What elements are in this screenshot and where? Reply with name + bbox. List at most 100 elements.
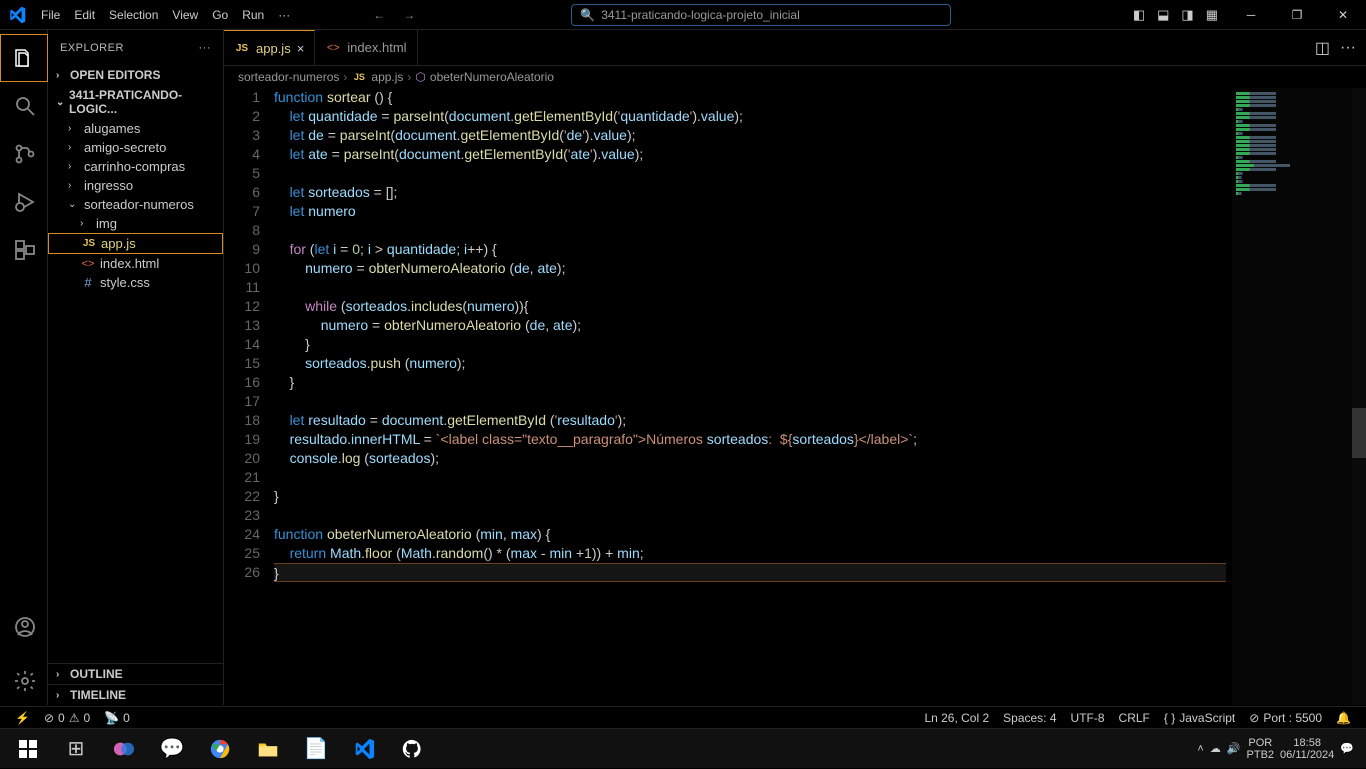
more-actions-icon[interactable]: ··· <box>1340 39 1356 57</box>
activity-extensions-icon[interactable] <box>0 226 48 274</box>
activity-accounts-icon[interactable] <box>0 603 48 651</box>
cursor-position[interactable]: Ln 26, Col 2 <box>917 711 996 725</box>
js-icon: JS <box>81 238 97 249</box>
scrollbar-thumb[interactable] <box>1352 408 1366 458</box>
nav-arrows: ← → <box>367 8 421 22</box>
vscode-taskbar-icon[interactable] <box>340 729 388 769</box>
activity-settings-icon[interactable] <box>0 657 48 705</box>
nav-forward-icon[interactable]: → <box>397 8 421 22</box>
code-editor[interactable]: 1234567891011121314151617181920212223242… <box>224 88 1366 705</box>
line-numbers: 1234567891011121314151617181920212223242… <box>224 88 274 705</box>
chevron-right-icon: › <box>68 142 80 153</box>
vertical-scrollbar[interactable] <box>1352 88 1366 705</box>
layout-sidebar-right-icon[interactable]: ◨ <box>1177 4 1197 26</box>
menu-selection[interactable]: Selection <box>102 8 165 22</box>
folder-amigo-secreto[interactable]: ›amigo-secreto <box>48 138 223 157</box>
close-icon[interactable]: ✕ <box>1320 0 1366 30</box>
notifications-icon[interactable]: 🔔 <box>1329 711 1358 725</box>
nav-back-icon[interactable]: ← <box>367 8 391 22</box>
file-index-html[interactable]: <>index.html <box>48 254 223 273</box>
menu-view[interactable]: View <box>165 8 205 22</box>
tab-index-html[interactable]: <> index.html <box>315 30 417 65</box>
menu-file[interactable]: File <box>34 8 67 22</box>
activity-bar <box>0 30 48 705</box>
notepad-icon[interactable]: 📄 <box>292 729 340 769</box>
task-view-icon[interactable]: ⊞ <box>52 729 100 769</box>
window-controls: ─ ❐ ✕ <box>1228 0 1366 30</box>
maximize-icon[interactable]: ❐ <box>1274 0 1320 30</box>
file-app-js[interactable]: JSapp.js <box>48 233 223 254</box>
chevron-right-icon: › <box>68 161 80 172</box>
project-folder[interactable]: ⌄ 3411-PRATICANDO-LOGIC... <box>48 85 223 119</box>
breadcrumb-file[interactable]: app.js <box>371 70 403 84</box>
tray-chevron-icon[interactable]: ˄ <box>1197 743 1203 755</box>
folder-img[interactable]: ›img <box>48 214 223 233</box>
js-icon: JS <box>234 43 250 54</box>
timeline-section[interactable]: ›TIMELINE <box>48 684 223 705</box>
status-errors[interactable]: ⊘0⚠0 <box>37 711 97 725</box>
start-menu-icon[interactable] <box>4 729 52 769</box>
file-style-css[interactable]: #style.css <box>48 273 223 292</box>
copilot-icon[interactable] <box>100 729 148 769</box>
tray-notifications-icon[interactable]: 💬 <box>1340 742 1354 755</box>
activity-explorer-icon[interactable] <box>0 34 48 82</box>
tray-onedrive-icon[interactable]: ☁ <box>1210 742 1221 755</box>
layout-panel-icon[interactable]: ⬓ <box>1153 4 1173 26</box>
menu-go[interactable]: Go <box>205 8 235 22</box>
code-content[interactable]: function sortear () { let quantidade = p… <box>274 88 1366 705</box>
editor-tabs: JS app.js × <> index.html ◫ ··· <box>224 30 1366 66</box>
explorer-more-icon[interactable]: ··· <box>199 42 212 54</box>
indentation[interactable]: Spaces: 4 <box>996 711 1063 725</box>
folder-ingresso[interactable]: ›ingresso <box>48 176 223 195</box>
layout-customize-icon[interactable]: ▦ <box>1202 4 1222 26</box>
split-editor-icon[interactable]: ◫ <box>1315 38 1330 58</box>
outline-section[interactable]: ›OUTLINE <box>48 663 223 684</box>
explorer-title: EXPLORER <box>60 42 124 54</box>
whatsapp-icon[interactable]: 💬 <box>148 729 196 769</box>
chevron-right-icon: › <box>56 690 70 701</box>
folder-sorteador-numeros[interactable]: ⌄sorteador-numeros <box>48 195 223 214</box>
chevron-down-icon: ⌄ <box>68 199 80 210</box>
minimize-icon[interactable]: ─ <box>1228 0 1274 30</box>
breadcrumb-symbol[interactable]: obeterNumeroAleatorio <box>430 70 554 84</box>
warning-icon: ⚠ <box>69 711 80 725</box>
menu-edit[interactable]: Edit <box>67 8 102 22</box>
activity-source-control-icon[interactable] <box>0 130 48 178</box>
status-radio[interactable]: 📡0 <box>97 711 137 725</box>
command-center-search[interactable]: 🔍 3411-praticando-logica-projeto_inicial <box>571 4 951 26</box>
folder-alugames[interactable]: ›alugames <box>48 119 223 138</box>
html-icon: <> <box>325 42 341 54</box>
breadcrumb[interactable]: sorteador-numeros › JS app.js › ⬡ obeter… <box>224 66 1366 88</box>
status-bar: ⚡ ⊘0⚠0 📡0 Ln 26, Col 2 Spaces: 4 UTF-8 C… <box>0 706 1366 728</box>
minimap[interactable] <box>1232 88 1352 705</box>
chevron-right-icon: › <box>68 123 80 134</box>
activity-run-debug-icon[interactable] <box>0 178 48 226</box>
tray-volume-icon[interactable]: 🔊 <box>1227 742 1241 755</box>
open-editors-section[interactable]: › OPEN EDITORS <box>48 65 223 85</box>
eol[interactable]: CRLF <box>1112 711 1157 725</box>
chevron-right-icon: › <box>343 70 347 84</box>
layout-sidebar-left-icon[interactable]: ◧ <box>1129 4 1149 26</box>
chevron-right-icon: › <box>56 70 70 81</box>
remote-icon[interactable]: ⚡ <box>8 711 37 725</box>
tray-clock[interactable]: 18:5806/11/2024 <box>1280 737 1334 761</box>
menu-run[interactable]: Run <box>235 8 271 22</box>
encoding[interactable]: UTF-8 <box>1064 711 1112 725</box>
file-explorer-icon[interactable] <box>244 729 292 769</box>
language-mode[interactable]: { }JavaScript <box>1157 711 1242 725</box>
live-server-port[interactable]: ⊘Port : 5500 <box>1242 711 1329 725</box>
activity-search-icon[interactable] <box>0 82 48 130</box>
project-label: 3411-PRATICANDO-LOGIC... <box>69 88 219 116</box>
chevron-right-icon: › <box>68 180 80 191</box>
tab-app-js[interactable]: JS app.js × <box>224 30 315 65</box>
layout-controls: ◧ ⬓ ◨ ▦ <box>1129 4 1228 26</box>
title-bar: File Edit Selection View Go Run ··· ← → … <box>0 0 1366 30</box>
system-tray: ˄ ☁ 🔊 PORPTB2 18:5806/11/2024 💬 <box>1197 737 1362 761</box>
menu-more[interactable]: ··· <box>271 8 297 22</box>
github-icon[interactable] <box>388 729 436 769</box>
chrome-icon[interactable] <box>196 729 244 769</box>
folder-carrinho-compras[interactable]: ›carrinho-compras <box>48 157 223 176</box>
tray-language[interactable]: PORPTB2 <box>1247 737 1275 761</box>
breadcrumb-folder[interactable]: sorteador-numeros <box>238 70 339 84</box>
tab-close-icon[interactable]: × <box>297 41 305 56</box>
